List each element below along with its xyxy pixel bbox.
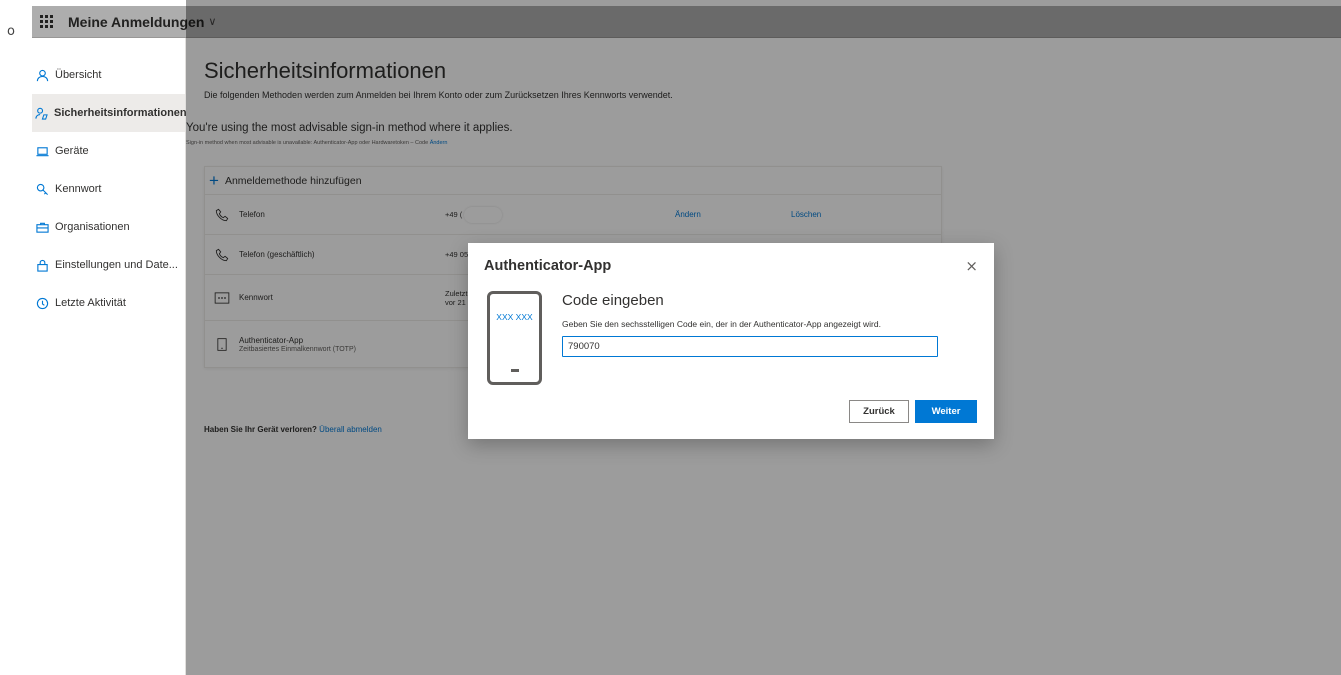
key-icon	[35, 182, 49, 196]
phone-code-placeholder: XXX XXX	[496, 312, 533, 322]
modal-backdrop-top[interactable]	[32, 6, 1341, 38]
security-info-icon	[35, 106, 48, 120]
back-button[interactable]: Zurück	[849, 400, 909, 423]
sidebar-item-label: Geräte	[55, 145, 89, 157]
sidebar-item-label: Übersicht	[55, 69, 102, 81]
next-button[interactable]: Weiter	[915, 400, 977, 423]
close-icon[interactable]: ×	[965, 257, 978, 275]
dialog-title: Authenticator-App	[484, 258, 612, 274]
dialog-heading: Code eingeben	[562, 292, 664, 309]
laptop-icon	[35, 144, 49, 158]
sidebar-item-overview[interactable]: Übersicht	[32, 56, 185, 94]
authenticator-dialog: Authenticator-App × XXX XXX Code eingebe…	[468, 243, 994, 439]
sidebar-item-devices[interactable]: Geräte	[32, 132, 185, 170]
sidebar-item-password[interactable]: Kennwort	[32, 170, 185, 208]
sidebar-item-label: Einstellungen und Date...	[55, 259, 178, 271]
lock-icon	[35, 258, 49, 272]
history-icon	[35, 296, 49, 310]
phone-illustration-icon: XXX XXX	[487, 291, 542, 385]
sidebar-item-security-info[interactable]: Sicherheitsinformationen	[32, 94, 187, 132]
sidebar-item-label: Organisationen	[55, 221, 130, 233]
sidebar-item-organizations[interactable]: Organisationen	[32, 208, 185, 246]
sidebar-item-label: Kennwort	[55, 183, 102, 195]
left-gutter: o	[0, 0, 32, 675]
briefcase-icon	[35, 220, 49, 234]
phone-home-button	[511, 369, 519, 372]
sidebar-item-settings-privacy[interactable]: Einstellungen und Date...	[32, 246, 185, 284]
sidebar-item-label: Sicherheitsinformationen	[54, 107, 187, 119]
radio-icon: o	[7, 24, 15, 39]
sidebar-item-recent-activity[interactable]: Letzte Aktivität	[32, 284, 185, 322]
sidebar-item-label: Letzte Aktivität	[55, 297, 126, 309]
code-input[interactable]	[562, 336, 938, 357]
sidebar: Übersicht Sicherheitsinformationen Gerät…	[32, 38, 187, 675]
person-icon	[35, 68, 49, 82]
dialog-description: Geben Sie den sechsstelligen Code ein, d…	[562, 319, 881, 329]
